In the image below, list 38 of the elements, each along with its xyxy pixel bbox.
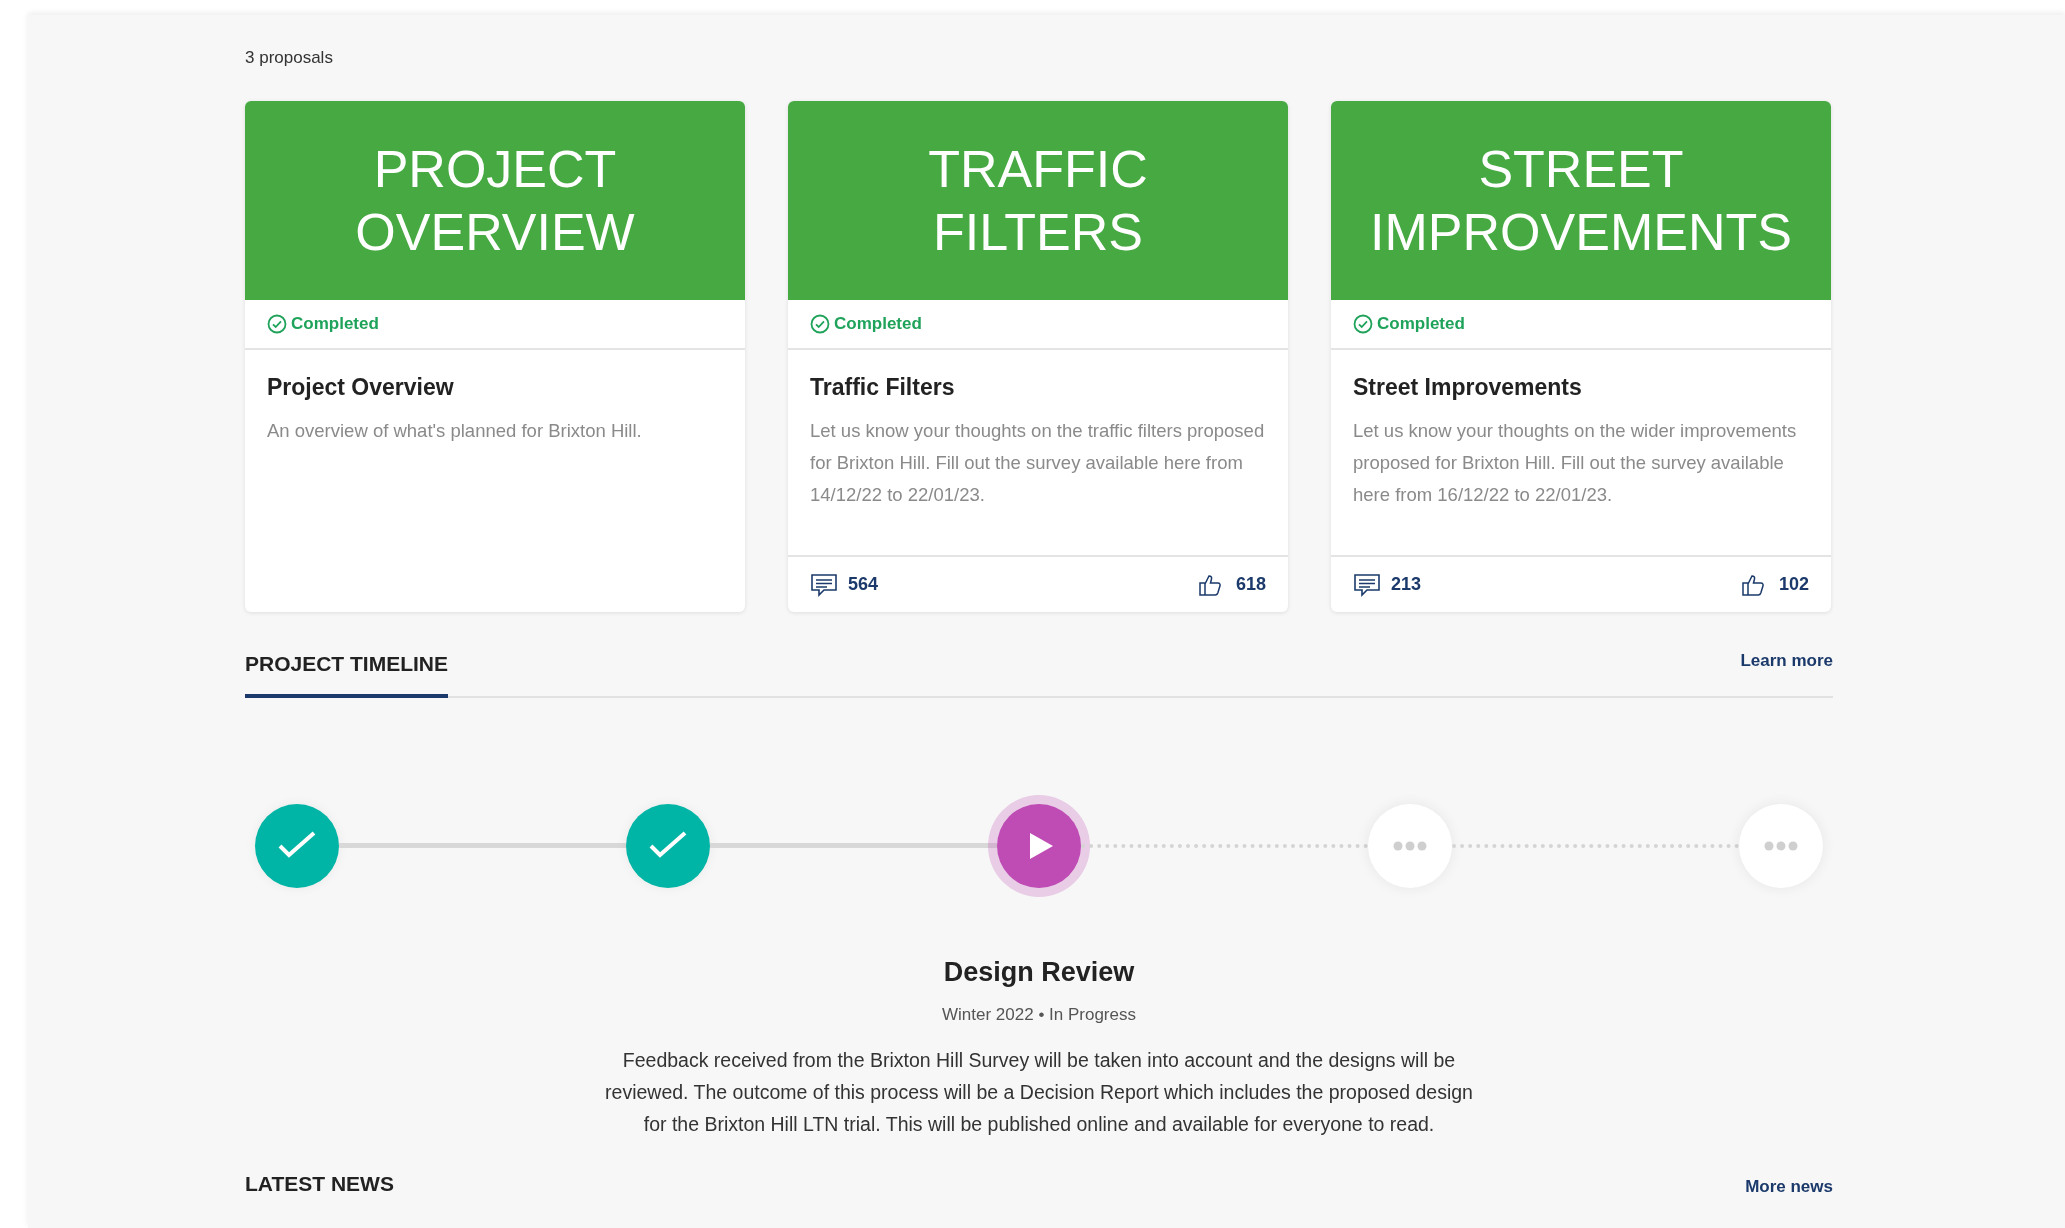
card-heading: STREET IMPROVEMENTS [1369, 138, 1793, 263]
thumbs-up-icon [1740, 572, 1765, 597]
card-title: Project Overview [267, 373, 455, 402]
proposals-count: 3 proposals [245, 47, 334, 69]
status-label: Completed [834, 313, 922, 336]
proposal-card[interactable]: PROJECT OVERVIEW Completed Project Overview An overview of what's planned for Brixton Hill. [245, 101, 745, 612]
card-title: Traffic Filters [810, 373, 956, 402]
check-circle-icon [267, 314, 287, 334]
comment-count: 564 [848, 573, 879, 596]
card-heading: TRAFFIC FILTERS [927, 138, 1149, 263]
like-count: 618 [1235, 573, 1266, 596]
proposal-card[interactable]: STREET IMPROVEMENTS Completed Street Improvements Let us know your thoughts on the wider improvements proposed for Brixton Hill. Fill out the survey available here from 16/12/22 to 22/01/23. 213 102 [1331, 101, 1831, 612]
card-heading: PROJECT OVERVIEW [354, 138, 636, 263]
more-icon [1393, 840, 1427, 851]
like-count: 102 [1778, 573, 1809, 596]
step-description: Feedback received from the Brixton Hill Survey will be taken into account and the designs will be reviewed. The outcome of this process will be a Decision Report which includes the proposed design for the Brixton Hill LTN trial. This will be published online and available for everyone to read. [604, 1047, 1474, 1137]
current-step[interactable] [997, 803, 1081, 888]
step-meta: Winter 2022 • In Progress [942, 1004, 1136, 1026]
comment-icon [810, 572, 838, 597]
more-icon [1764, 840, 1798, 851]
comment-icon [1353, 572, 1381, 597]
card-title: Street Improvements [1353, 373, 1583, 402]
learn-more-link[interactable]: Learn more [1740, 648, 1833, 696]
check-circle-icon [810, 314, 830, 334]
play-icon [1028, 831, 1054, 860]
status-label: Completed [291, 313, 379, 336]
check-circle-icon [1353, 314, 1373, 334]
section-heading: LATEST NEWS [245, 1170, 394, 1197]
comment-count: 213 [1391, 573, 1422, 596]
card-description: An overview of what's planned for Brixton Hill. [267, 418, 643, 443]
status-label: Completed [1377, 313, 1465, 336]
thumbs-up-icon [1197, 572, 1222, 597]
step-title: Design Review [943, 955, 1135, 989]
card-description: Let us know your thoughts on the wider improvements proposed for Brixton Hill. Fill out the survey available here from 16/12/22 to 22/01/23. [1353, 418, 1798, 507]
card-description: Let us know your thoughts on the traffic filters proposed for Brixton Hill. Fill out the survey available here from 14/12/22 to 22/01/23. [810, 418, 1266, 507]
timeline-tab[interactable]: PROJECT TIMELINE [245, 648, 449, 698]
more-news-link[interactable]: More news [1745, 1173, 1833, 1199]
proposal-card[interactable]: TRAFFIC FILTERS Completed Traffic Filters Let us know your thoughts on the traffic filters proposed for Brixton Hill. Fill out the survey available here from 14/12/22 to 22/01/23. 564 618 [788, 101, 1288, 612]
